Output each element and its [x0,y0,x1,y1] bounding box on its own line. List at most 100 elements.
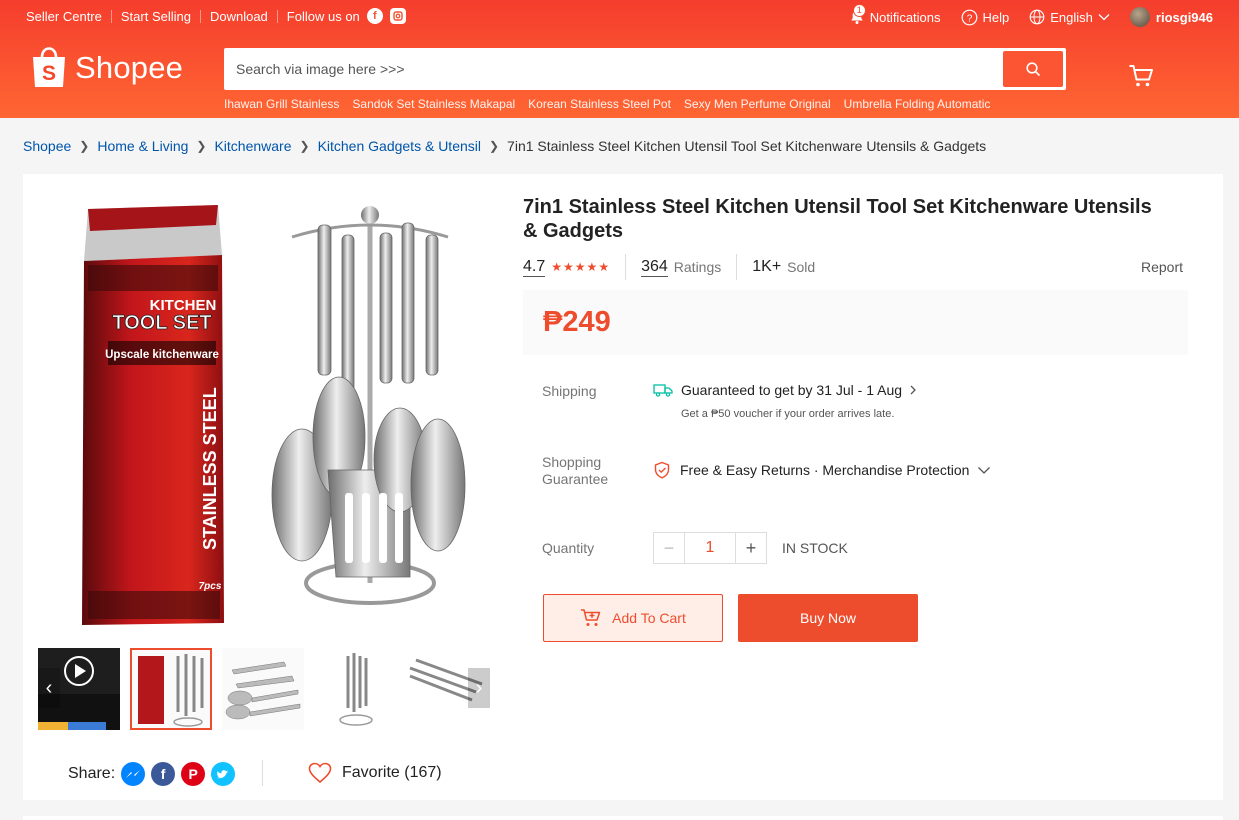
shield-icon [654,461,670,479]
help-label: Help [982,9,1010,25]
suggestion-link[interactable]: Umbrella Folding Automatic [844,97,991,111]
thumbnail-strip: ‹ › [38,648,490,732]
shopping-guarantee-dropdown[interactable]: Free & Easy Returns · Merchandise Protec… [653,461,1000,479]
breadcrumb-link[interactable]: Home & Living [97,138,188,154]
notifications-button[interactable]: 1 Notifications [849,4,941,25]
username: riosgi946 [1155,9,1213,25]
shipping-label: Shipping [542,383,597,399]
cart-button[interactable] [1128,63,1154,94]
quantity-increase-button[interactable]: + [735,532,767,564]
divider [625,254,627,280]
search-button[interactable] [1003,51,1063,87]
product-stats: 4.7 ★ ★ ★ ★ ★ 364 Ratings 1K+ Sold Report [523,254,1183,280]
quantity-decrease-button[interactable]: − [653,532,685,564]
report-link[interactable]: Report [1141,259,1183,275]
language-selector[interactable]: English [1029,9,1110,25]
chevron-right-icon [910,385,916,395]
box-brand-line2: TOOL SET [112,312,211,334]
star-icon: ★ [563,260,574,274]
cart-add-icon [581,609,601,626]
truck-icon [653,384,673,397]
star-icon: ★ [551,260,563,274]
chevron-down-icon [978,466,991,474]
help-button[interactable]: ? Help [961,9,1010,26]
heart-icon [308,762,332,784]
shipping-voucher-note: Get a ₱50 voucher if your order arrives … [681,408,895,420]
thumbnail-image[interactable] [314,648,396,730]
star-icon: ★ [586,260,598,274]
top-navbar: Seller Centre Start Selling Download Fol… [0,0,1239,32]
start-selling-link[interactable]: Start Selling [121,9,191,24]
search-bar [224,48,1066,90]
chevron-left-icon: ‹ [45,676,53,699]
facebook-share-icon[interactable]: f [151,762,176,786]
user-menu[interactable]: riosgi946 [1129,7,1213,27]
favorite-button[interactable]: Favorite (167) [308,762,442,784]
seller-centre-link[interactable]: Seller Centre [26,9,102,24]
minus-icon: − [663,537,675,558]
twitter-icon[interactable] [211,762,236,786]
quantity-label: Quantity [542,540,595,556]
chevron-right-icon: ❯ [488,139,500,153]
sold-count: 1K+ [752,258,782,275]
breadcrumb-link[interactable]: Kitchen Gadgets & Utensil [318,138,481,154]
facebook-icon[interactable]: f [366,8,383,24]
cart-icon [1129,65,1153,87]
box-pieces: 7pcs [199,581,222,592]
next-section [23,816,1223,820]
help-icon: ? [961,9,977,25]
shipping-guarantee[interactable]: Guaranteed to get by 31 Jul - 1 Aug [653,382,926,398]
quantity-stepper: − 1 + [653,532,767,564]
box-tagline: Upscale kitchenware [105,349,219,361]
divider [736,254,738,280]
breadcrumb: Shopee ❯ Home & Living ❯ Kitchenware ❯ K… [23,138,986,154]
price-box: ₱249 [523,290,1188,355]
breadcrumb-link[interactable]: Kitchenware [214,138,291,154]
instagram-icon[interactable] [389,8,406,24]
product-title: 7in1 Stainless Steel Kitchen Utensil Too… [523,196,1152,242]
chevron-right-icon: › [475,676,483,699]
download-link[interactable]: Download [210,9,268,24]
breadcrumb-link[interactable]: Shopee [23,138,71,154]
rating-score[interactable]: 4.7 [523,258,546,277]
suggestion-link[interactable]: Sandok Set Stainless Makapal [352,97,515,111]
star-rating: ★ ★ ★ ★ ★ [551,260,610,274]
share-label: Share: [68,765,116,782]
chevron-down-icon [1098,14,1110,21]
globe-icon [1029,9,1045,25]
thumbnail-next-button[interactable]: › [468,668,490,708]
search-icon [1025,61,1040,76]
thumbnail-image[interactable] [222,648,304,730]
shopee-logo[interactable]: S Shopee [30,46,183,90]
suggestion-link[interactable]: Sexy Men Perfume Original [684,97,831,111]
shipping-guarantee-text: Guaranteed to get by 31 Jul - 1 Aug [681,382,903,398]
thumbnail-prev-button[interactable]: ‹ [38,668,60,708]
search-suggestions: Ihawan Grill Stainless Sandok Set Stainl… [224,97,1003,111]
favorite-label: Favorite (167) [342,764,442,781]
chevron-right-icon: ❯ [196,139,207,153]
product-main-image[interactable]: KITCHEN TOOL SET Upscale kitchenware STA… [40,195,488,640]
pinterest-icon[interactable]: P [181,762,206,786]
divider [276,9,278,23]
ratings-count[interactable]: 364 [641,258,668,277]
quantity-input[interactable]: 1 [685,532,735,564]
thumbnail-image[interactable] [130,648,212,730]
suggestion-link[interactable]: Korean Stainless Steel Pot [528,97,671,111]
shopping-guarantee-label-line1: Shopping [542,454,602,470]
star-icon: ★ [598,260,610,274]
chevron-right-icon: ❯ [299,139,310,153]
buy-now-button[interactable]: Buy Now [738,594,918,642]
product-price: ₱249 [543,306,611,338]
svg-text:S: S [42,62,56,85]
add-to-cart-button[interactable]: Add To Cart [543,594,723,642]
messenger-icon[interactable] [121,762,146,786]
share-section: Share: f P [68,762,236,786]
add-to-cart-label: Add To Cart [612,610,686,626]
language-label: English [1050,9,1093,25]
suggestion-link[interactable]: Ihawan Grill Stainless [224,97,339,111]
sold-label: Sold [787,259,816,275]
divider [199,9,201,23]
search-input[interactable] [236,58,996,80]
shopping-guarantee-label: Shopping Guarantee [542,454,608,488]
avatar [1129,7,1150,27]
